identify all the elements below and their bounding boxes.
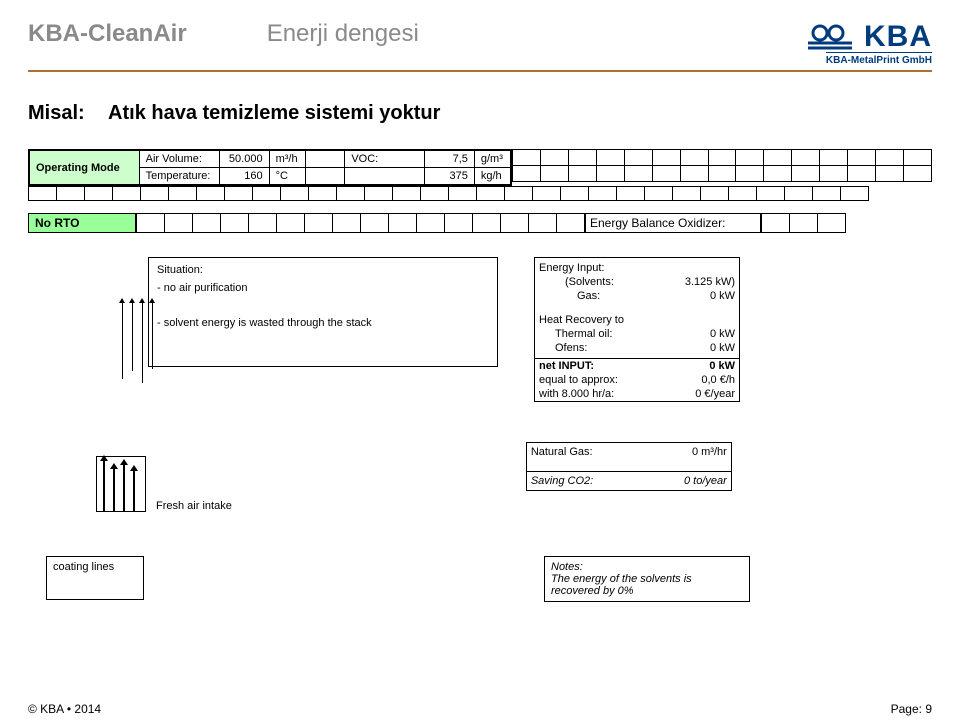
- params-box: Operating Mode Air Volume: 50.000 m³/h V…: [28, 149, 512, 186]
- air-volume-unit: m³/h: [269, 151, 305, 168]
- voc-unit: g/m³: [474, 151, 510, 168]
- net-input-val: 0 kW: [667, 359, 739, 373]
- fresh-air-arrows: [96, 456, 146, 512]
- operating-mode-label: Operating Mode: [30, 151, 140, 185]
- saving-co2-val: 0 to/year: [645, 471, 731, 490]
- mid-grid: [136, 213, 585, 233]
- voc-label: VOC:: [345, 151, 425, 168]
- energy-input-box: Energy Input: (Solvents:3.125 kW) Gas:0 …: [534, 257, 740, 359]
- temp-unit: °C: [269, 168, 305, 185]
- gas-co2-box: Natural Gas:0 m³/hr Saving CO2:0 to/year: [526, 442, 732, 491]
- air-volume-val: 50.000: [219, 151, 269, 168]
- with-label: with 8.000 hr/a:: [535, 387, 667, 401]
- load-val: 375: [425, 168, 475, 185]
- subtitle-label: Misal:: [28, 102, 85, 124]
- footer-left: © KBA • 2014: [28, 702, 101, 716]
- empty-grid-row: [28, 186, 869, 201]
- approx-label: equal to approx:: [535, 373, 667, 387]
- saving-co2-label: Saving CO2:: [527, 471, 645, 490]
- load-unit: kg/h: [474, 168, 510, 185]
- no-rto-label: No RTO: [28, 213, 136, 233]
- net-input-label: net INPUT:: [535, 359, 667, 373]
- stack-arrows: [118, 303, 166, 391]
- solvents-label: (Solvents:: [535, 275, 655, 289]
- coating-lines-box: coating lines: [46, 556, 144, 600]
- right-grid-tail: [761, 213, 846, 233]
- ofens-label: Ofens:: [535, 341, 655, 358]
- thermal-label: Thermal oil:: [535, 327, 655, 341]
- energy-balance-label: Energy Balance Oxidizer:: [585, 213, 761, 233]
- situation-line1: - no air purification: [157, 280, 489, 298]
- energy-input-title: Energy Input:: [535, 258, 739, 275]
- subtitle-row: Misal: Atık hava temizleme sistemi yoktu…: [28, 102, 932, 125]
- fresh-air-label: Fresh air intake: [156, 500, 232, 512]
- footer-right: Page: 9: [891, 702, 932, 716]
- solvents-val: 3.125 kW): [655, 275, 739, 289]
- temp-label: Temperature:: [139, 168, 219, 185]
- title-main: KBA-CleanAir: [28, 20, 187, 48]
- ofens-val: 0 kW: [655, 341, 739, 358]
- grid-tail: [512, 149, 932, 186]
- footer: © KBA • 2014 Page: 9: [28, 702, 932, 716]
- air-volume-label: Air Volume:: [139, 151, 219, 168]
- gas-label: Gas:: [535, 289, 655, 303]
- notes-box: Notes: The energy of the solvents is rec…: [544, 556, 750, 602]
- kba-logo-icon: [806, 23, 856, 51]
- net-input-box: net INPUT:0 kW equal to approx:0,0 €/h w…: [534, 359, 740, 402]
- subtitle-text: Atık hava temizleme sistemi yoktur: [108, 102, 440, 124]
- situation-line2: - solvent energy is wasted through the s…: [157, 315, 489, 333]
- natural-gas-label: Natural Gas:: [527, 443, 645, 461]
- notes-text: The energy of the solvents is recovered …: [551, 573, 743, 597]
- notes-title: Notes:: [551, 561, 743, 573]
- with-val: 0 €/year: [667, 387, 739, 401]
- heat-recovery-title: Heat Recovery to: [535, 313, 739, 327]
- temp-val: 160: [219, 168, 269, 185]
- voc-val: 7,5: [425, 151, 475, 168]
- approx-val: 0,0 €/h: [667, 373, 739, 387]
- natural-gas-val: 0 m³/hr: [645, 443, 731, 461]
- thermal-val: 0 kW: [655, 327, 739, 341]
- title-sub: Enerji dengesi: [267, 20, 419, 48]
- situation-box: Situation: - no air purification - solve…: [148, 257, 498, 367]
- situation-title: Situation:: [157, 262, 489, 280]
- logo: KBA KBA-MetalPrint GmbH: [806, 20, 932, 66]
- gas-val: 0 kW: [655, 289, 739, 303]
- header: KBA-CleanAir Enerji dengesi KBA KBA-Meta…: [28, 20, 932, 72]
- logo-subtitle: KBA-MetalPrint GmbH: [826, 52, 932, 66]
- logo-text: KBA: [864, 20, 932, 54]
